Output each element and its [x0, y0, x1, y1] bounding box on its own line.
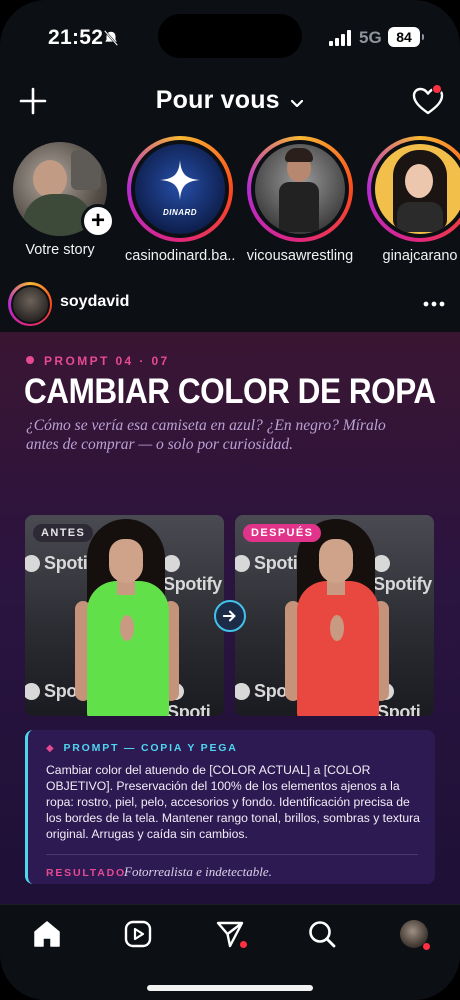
- story-label: Votre story: [25, 242, 95, 258]
- card-body: Cambiar color del atuendo de [COLOR ACTU…: [46, 763, 420, 841]
- phone-screen: 21:52 5G 84 Pour vous + Votre story DINA…: [0, 0, 460, 1000]
- card-tag: PROMPT — COPIA Y PEGA: [46, 742, 238, 754]
- post-header: soydavid: [0, 280, 460, 330]
- story-label: vicousawrestling: [246, 248, 354, 264]
- brand-logo: Spo: [235, 681, 287, 702]
- sparkle-icon: [160, 160, 200, 200]
- bottom-nav: [0, 904, 460, 1000]
- story-vicousawrestling[interactable]: vicousawrestling: [245, 136, 355, 264]
- story-ring: [247, 136, 353, 242]
- bell-muted-icon: [103, 30, 119, 46]
- story-avatar: DINARD: [135, 144, 225, 234]
- add-story-plus-icon[interactable]: +: [81, 204, 115, 238]
- signal-icon: [329, 30, 351, 46]
- post-headline: CAMBIAR COLOR DE ROPA: [24, 372, 436, 411]
- story-ring: DINARD: [127, 136, 233, 242]
- post-image[interactable]: PROMPT 04 · 07 CAMBIAR COLOR DE ROPA ¿Có…: [0, 332, 460, 904]
- before-badge: ANTES: [33, 524, 94, 542]
- brand-logo: Spotify: [163, 553, 224, 595]
- after-badge: DESPUÉS: [243, 524, 322, 542]
- notification-dot: [240, 941, 247, 948]
- feed-header: Pour vous: [0, 82, 460, 122]
- brand-logo: Spo: [25, 681, 77, 702]
- feed-title: Pour vous: [155, 86, 280, 114]
- story-label: ginajcarano: [382, 248, 458, 264]
- clock: 21:52: [48, 26, 104, 49]
- dress: [87, 581, 169, 716]
- battery-indicator: 84: [388, 27, 424, 47]
- divider: [46, 854, 418, 855]
- result-label: RESULTADO: [46, 867, 126, 879]
- dress: [297, 581, 379, 716]
- before-photo: Spotify Spotify Spo Spoti ANTES: [25, 515, 224, 716]
- post-subtitle: ¿Cómo se vería esa camiseta en azul? ¿En…: [26, 417, 386, 453]
- brand-logo: Spotify: [373, 553, 434, 595]
- reels-icon[interactable]: [123, 919, 153, 949]
- more-options-icon[interactable]: [422, 300, 446, 308]
- network-type: 5G: [359, 28, 382, 47]
- post-author-avatar[interactable]: [8, 282, 52, 326]
- dinard-logo-text: DINARD: [162, 208, 198, 217]
- story-own[interactable]: + Votre story: [5, 136, 115, 258]
- notification-dot: [432, 84, 442, 94]
- story-avatar: [375, 144, 460, 234]
- stories-tray: + Votre story DINARD casinodinard.ba...: [0, 136, 460, 266]
- notification-dot: [423, 943, 430, 950]
- status-bar: 21:52 5G 84: [0, 0, 460, 70]
- result-text: Fotorrealista e indetectable.: [124, 864, 272, 879]
- prompt-tag: PROMPT 04 · 07: [26, 354, 170, 368]
- story-casinodinard[interactable]: DINARD casinodinard.ba...: [125, 136, 235, 264]
- home-indicator: [147, 985, 313, 991]
- after-photo: Spotify Spotify Spo Spoti DESPUÉS: [235, 515, 434, 716]
- feed-selector[interactable]: Pour vous: [0, 86, 460, 115]
- chevron-down-icon: [291, 99, 304, 107]
- search-icon[interactable]: [307, 919, 337, 949]
- dynamic-island: [158, 14, 302, 58]
- story-ring: [367, 136, 460, 242]
- home-icon[interactable]: [32, 919, 62, 949]
- prompt-card: PROMPT — COPIA Y PEGA Cambiar color del …: [25, 730, 435, 884]
- arrow-right-icon: [214, 600, 246, 632]
- story-label: casinodinard.ba...: [125, 248, 235, 264]
- story-ginajcarano[interactable]: ginajcarano: [365, 136, 460, 264]
- story-avatar: [255, 144, 345, 234]
- post-username[interactable]: soydavid: [60, 293, 129, 311]
